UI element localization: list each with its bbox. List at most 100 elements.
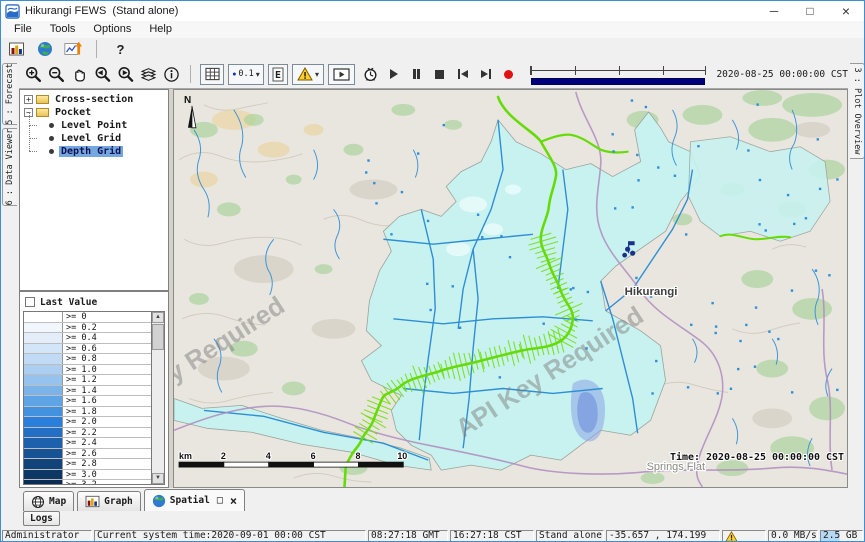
legend-table-rows: >= 0>= 0.2>= 0.4>= 0.6>= 0.8>= 1.0>= 1.2…	[24, 312, 151, 485]
scroll-up-icon[interactable]: ▲	[152, 312, 164, 323]
help-icon[interactable]: ?	[111, 40, 130, 59]
menu-tools[interactable]: Tools	[41, 21, 85, 38]
timestep-icon[interactable]	[361, 65, 380, 84]
maximize-icon[interactable]: □	[792, 1, 828, 21]
tree-row-cross-section[interactable]: + Cross-section	[22, 93, 166, 105]
legend-label: >= 1.2	[62, 375, 151, 385]
pan-icon[interactable]	[70, 65, 89, 84]
threshold-dropdown[interactable]: ● 0.1 ▾	[228, 64, 264, 85]
label-button[interactable]: E	[268, 64, 288, 85]
zoom-previous-icon[interactable]	[93, 65, 112, 84]
legend-row: >= 0.2	[24, 323, 151, 334]
caret-icon: ▾	[256, 70, 260, 79]
legend-row: >= 0.8	[24, 354, 151, 365]
legend-swatch	[24, 365, 62, 375]
legend-scrollbar[interactable]: ▲ ▼	[151, 312, 164, 484]
stop-button[interactable]	[432, 66, 447, 82]
tab-plot-overview[interactable]: 3 : Plot Overview	[850, 63, 865, 159]
play-button[interactable]	[386, 66, 401, 82]
application-window: Hikurangi FEWS (Stand alone) ─ □ × File …	[0, 0, 865, 542]
map-toolbar: ● 0.1 ▾ E ▾	[19, 60, 848, 89]
legend-swatch	[24, 386, 62, 396]
toolbar-separator	[190, 65, 191, 83]
tree-row-depth-grid[interactable]: Depth Grid	[22, 145, 166, 157]
map-time-label: Time: 2020-08-25 00:00:00 CST	[670, 451, 844, 463]
warning-dropdown[interactable]: ▾	[292, 64, 324, 85]
scroll-down-icon[interactable]: ▼	[152, 473, 164, 484]
legend-swatch	[24, 449, 62, 459]
step-backward-button[interactable]	[455, 66, 470, 82]
legend-title: Last Value	[40, 297, 97, 308]
last-value-checkbox[interactable]	[25, 297, 35, 307]
scrollbar-track[interactable]	[152, 323, 164, 473]
status-bar: Administrator Current system time:2020-0…	[1, 529, 864, 542]
info-icon[interactable]	[162, 65, 181, 84]
svg-text:E: E	[275, 70, 281, 81]
tab-spatial[interactable]: Spatial □ ×	[144, 489, 245, 511]
tree-label: Pocket	[53, 107, 93, 118]
status-user: Administrator	[2, 530, 92, 542]
status-warning-cell[interactable]	[722, 530, 766, 542]
map-canvas[interactable]: API Key Required API Key Required Hikura…	[174, 90, 847, 487]
legend-swatch	[24, 438, 62, 448]
legend-panel: Last Value >= 0>= 0.2>= 0.4>= 0.6>= 0.8>…	[19, 291, 169, 488]
menu-help[interactable]: Help	[140, 21, 181, 38]
grid-button[interactable]	[200, 64, 224, 85]
tab-data-viewer[interactable]: 6 : Data Viewer	[2, 128, 17, 206]
menu-file[interactable]: File	[5, 21, 41, 38]
close-icon[interactable]: ×	[828, 1, 864, 21]
legend-row: >= 0	[24, 312, 151, 323]
legend-swatch	[24, 354, 62, 364]
grid-icon	[205, 67, 220, 81]
animation-button[interactable]	[328, 64, 355, 85]
tab-forecast[interactable]: 5 : Forecast	[2, 63, 17, 125]
layers-icon[interactable]	[139, 65, 158, 84]
left-tab-strip: 5 : Forecast 6 : Data Viewer	[1, 60, 19, 488]
legend-swatch	[24, 375, 62, 385]
window-title: Hikurangi FEWS (Stand alone)	[25, 5, 178, 17]
tree-row-level-grid[interactable]: Level Grid	[22, 132, 166, 144]
globe-icon[interactable]	[35, 40, 54, 59]
menu-options[interactable]: Options	[84, 21, 140, 38]
status-local-time: 16:27:18 CST	[450, 530, 534, 542]
legend-swatch	[24, 470, 62, 480]
map-panel: API Key Required API Key Required Hikura…	[173, 89, 848, 488]
record-button[interactable]	[501, 66, 516, 82]
timeline-range-bar[interactable]	[531, 78, 705, 85]
panel-close-icon[interactable]: ×	[230, 494, 237, 508]
zoom-next-icon[interactable]	[116, 65, 135, 84]
scrollbar-thumb[interactable]	[152, 324, 164, 350]
database-icon[interactable]	[7, 40, 26, 59]
tree-row-level-point[interactable]: Level Point	[22, 119, 166, 131]
legend-swatch	[24, 459, 62, 469]
legend-swatch	[24, 312, 62, 322]
legend-label: >= 3.2	[62, 480, 151, 485]
import-series-icon[interactable]	[63, 40, 82, 59]
zoom-out-icon[interactable]	[47, 65, 66, 84]
legend-label: >= 0.2	[62, 323, 151, 333]
legend-label: >= 0.8	[62, 354, 151, 364]
record-icon	[504, 70, 513, 79]
step-forward-button[interactable]	[478, 66, 493, 82]
graph-bars-icon	[85, 495, 100, 508]
panel-maximize-icon[interactable]: □	[217, 495, 223, 506]
folder-icon	[36, 95, 49, 104]
play-icon	[390, 69, 398, 79]
logs-row: Logs	[19, 511, 219, 528]
expander-icon[interactable]: +	[24, 95, 33, 104]
tree-label: Level Grid	[59, 133, 123, 144]
legend-row: >= 1.4	[24, 386, 151, 397]
threshold-dot-icon: ●	[232, 71, 236, 78]
timeline-slider[interactable]	[530, 61, 706, 87]
tree-row-pocket[interactable]: − Pocket	[22, 106, 166, 118]
right-tab-strip: 3 : Plot Overview	[848, 60, 865, 488]
legend-label: >= 0.4	[62, 333, 151, 343]
title-bar[interactable]: Hikurangi FEWS (Stand alone) ─ □ ×	[1, 1, 864, 21]
logs-button[interactable]: Logs	[23, 511, 60, 526]
pause-button[interactable]	[409, 66, 424, 82]
zoom-in-icon[interactable]	[24, 65, 43, 84]
tab-graph[interactable]: Graph	[77, 491, 141, 511]
minimize-icon[interactable]: ─	[756, 1, 792, 21]
tab-map[interactable]: Map	[23, 491, 74, 511]
town-label: Hikurangi	[625, 286, 678, 298]
